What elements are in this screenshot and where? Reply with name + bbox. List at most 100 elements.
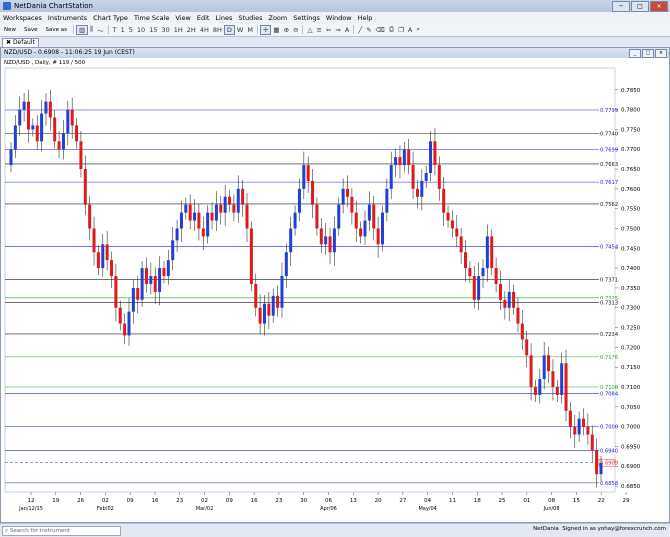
candle-body bbox=[9, 149, 13, 166]
hline-label: 0.7740 bbox=[600, 131, 618, 137]
save-as-button[interactable]: Save as bbox=[42, 27, 71, 33]
timescale-w[interactable]: W bbox=[235, 26, 245, 34]
chart-window: NZD/USD - 0.6908 - 11:06:25 19 Jun (CEST… bbox=[0, 47, 670, 523]
candle-body bbox=[201, 228, 205, 237]
font-larger-icon[interactable]: A bbox=[406, 26, 414, 34]
bar-chart-icon[interactable]: ⫼ bbox=[88, 25, 95, 34]
timescale-4h[interactable]: 4H bbox=[198, 26, 211, 34]
candle-body bbox=[586, 426, 590, 435]
candle-body bbox=[433, 141, 437, 166]
candle-body bbox=[44, 101, 48, 114]
timescale-5[interactable]: 5 bbox=[127, 26, 135, 34]
timescale-15[interactable]: 15 bbox=[147, 26, 159, 34]
candle-body bbox=[245, 204, 249, 229]
new-button[interactable]: New bbox=[0, 27, 20, 33]
fibonacci-icon[interactable]: ≡ bbox=[314, 26, 323, 34]
candle-body bbox=[568, 410, 572, 427]
candlestick-chart-icon[interactable]: ▥ bbox=[76, 24, 89, 35]
triangle-draw-icon[interactable]: △ bbox=[305, 26, 314, 34]
hline-label: 0.7313 bbox=[600, 301, 618, 307]
line-chart-icon[interactable]: 〜 bbox=[95, 25, 106, 35]
candle-body bbox=[276, 295, 280, 308]
candle-body bbox=[564, 363, 568, 411]
menu-view[interactable]: View bbox=[172, 14, 193, 22]
pen-icon[interactable]: ✎ bbox=[364, 26, 373, 34]
x-tick-label: 19 bbox=[52, 498, 59, 504]
candle-body bbox=[516, 307, 520, 324]
timescale-2h[interactable]: 2H bbox=[185, 26, 198, 34]
timescale-m[interactable]: M bbox=[245, 26, 255, 34]
candle-body bbox=[40, 113, 44, 142]
search-icon[interactable]: ⌕ bbox=[414, 25, 422, 34]
candle-body bbox=[206, 212, 210, 237]
candle-body bbox=[407, 149, 411, 166]
menu-help[interactable]: Help bbox=[355, 14, 376, 22]
timescale-8h[interactable]: 8H bbox=[211, 26, 224, 34]
menu-window[interactable]: Window bbox=[323, 14, 355, 22]
menu-lines[interactable]: Lines bbox=[212, 14, 235, 22]
candle-body bbox=[538, 379, 542, 395]
candle-body bbox=[472, 276, 476, 300]
timescale-1h[interactable]: 1H bbox=[172, 26, 185, 34]
timescale-t[interactable]: T bbox=[111, 26, 119, 34]
copy-icon[interactable]: ❐ bbox=[396, 26, 406, 34]
candle-body bbox=[219, 204, 223, 213]
menu-studies[interactable]: Studies bbox=[235, 14, 265, 22]
candle-body bbox=[306, 165, 310, 181]
timescale-1[interactable]: 1 bbox=[119, 26, 127, 34]
candle-body bbox=[512, 291, 516, 308]
menu-time-scale[interactable]: Time Scale bbox=[131, 14, 172, 22]
candle-body bbox=[223, 196, 227, 213]
current-price-label: 0.6909 bbox=[600, 461, 618, 467]
candle-body bbox=[599, 463, 603, 475]
arrow-right-icon[interactable]: ⇒ bbox=[333, 26, 342, 34]
candle-body bbox=[376, 228, 380, 245]
menu-edit[interactable]: Edit bbox=[194, 14, 213, 22]
eraser-icon[interactable]: ⌫ bbox=[374, 26, 387, 34]
arrow-left-icon[interactable]: ⇐ bbox=[324, 26, 333, 34]
hline-label: 0.7000 bbox=[600, 425, 618, 431]
menu-bar: Workspaces Instruments Chart Type Time S… bbox=[0, 12, 670, 23]
candle-body bbox=[262, 303, 266, 324]
print-icon[interactable]: ⎙ bbox=[387, 25, 396, 34]
trend-line-icon[interactable]: ╱ bbox=[356, 26, 364, 34]
crosshair-icon[interactable]: ✛ bbox=[259, 24, 272, 35]
candle-body bbox=[498, 283, 502, 300]
timescale-d[interactable]: D bbox=[223, 24, 235, 35]
x-tick-label: 11 bbox=[449, 498, 456, 504]
candle-body bbox=[66, 109, 70, 134]
timescale-30[interactable]: 30 bbox=[159, 26, 171, 34]
save-button[interactable]: Save bbox=[20, 27, 42, 33]
y-tick-label: 0.7850 bbox=[621, 88, 641, 94]
candle-body bbox=[184, 204, 188, 213]
menu-settings[interactable]: Settings bbox=[290, 14, 323, 22]
candle-body bbox=[398, 157, 402, 166]
zoom-out-icon[interactable]: ⊖ bbox=[291, 26, 300, 34]
candle-body bbox=[118, 307, 122, 324]
timescale-10[interactable]: 10 bbox=[135, 26, 147, 34]
close-button[interactable]: ✕ bbox=[650, 1, 668, 12]
toolbar-separator bbox=[107, 25, 109, 34]
candle-body bbox=[88, 204, 92, 229]
instrument-search-input[interactable]: ⌕ Search for instrument bbox=[2, 526, 121, 536]
x-month-label: Apr/06 bbox=[320, 506, 337, 512]
grid-icon[interactable]: ▦ bbox=[271, 26, 281, 34]
candle-body bbox=[289, 228, 293, 253]
candle-body bbox=[236, 188, 240, 213]
menu-chart-type[interactable]: Chart Type bbox=[90, 14, 131, 22]
menu-zoom[interactable]: Zoom bbox=[266, 14, 291, 22]
candlestick-chart[interactable]: 0.7850 0.7800 0.7750 0.7700 0.7650 0.7600 0.75… bbox=[1, 48, 669, 522]
menu-instruments[interactable]: Instruments bbox=[45, 14, 90, 22]
minimize-button[interactable]: ─ bbox=[612, 1, 630, 12]
text-tool-icon[interactable]: A bbox=[343, 26, 351, 34]
candle-body bbox=[140, 268, 144, 300]
maximize-button[interactable]: □ bbox=[631, 1, 649, 12]
menu-workspaces[interactable]: Workspaces bbox=[0, 14, 45, 22]
candle-body bbox=[595, 450, 599, 475]
candle-body bbox=[136, 287, 140, 300]
candle-body bbox=[31, 125, 35, 130]
hline-label: 0.7617 bbox=[600, 180, 618, 186]
zoom-in-icon[interactable]: ⊕ bbox=[282, 26, 291, 34]
close-tab-icon[interactable]: ✖ bbox=[6, 39, 13, 46]
x-tick-label: 16 bbox=[151, 498, 158, 504]
